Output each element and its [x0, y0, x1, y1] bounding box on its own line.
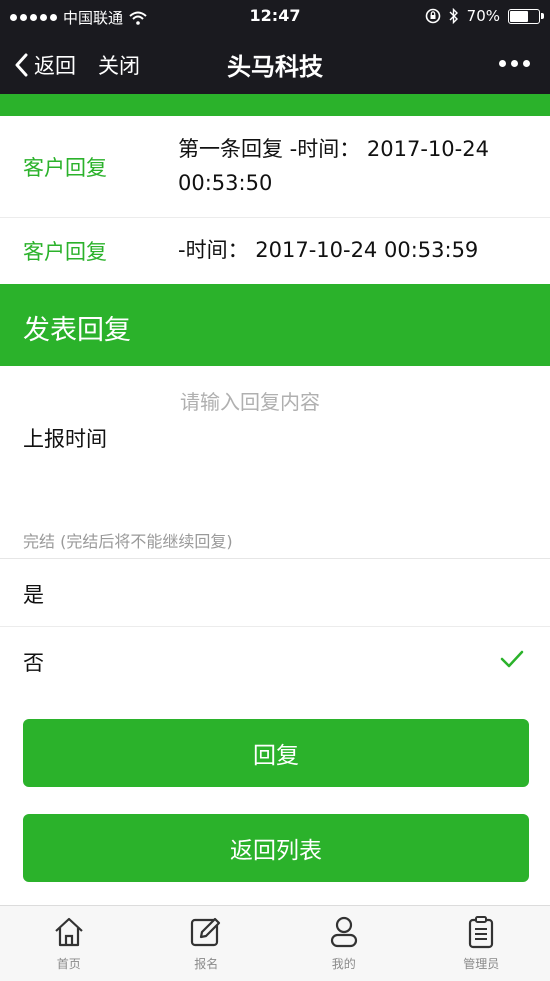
battery-icon: [508, 9, 540, 24]
tab-label: 报名: [194, 955, 218, 972]
bluetooth-icon: [449, 8, 459, 24]
option-no[interactable]: 否: [0, 626, 550, 694]
battery-percent: 70%: [467, 7, 500, 25]
clipboard-icon: [464, 915, 498, 949]
tab-admin[interactable]: 管理员: [413, 906, 550, 981]
rotation-lock-icon: [425, 8, 441, 24]
back-to-list-button[interactable]: 返回列表: [23, 814, 529, 882]
tab-home[interactable]: 首页: [0, 906, 138, 981]
tab-mine[interactable]: 我的: [275, 906, 413, 981]
tab-label: 首页: [57, 955, 81, 972]
option-label: 否: [23, 647, 44, 677]
reply-author: 客户回复: [23, 236, 107, 266]
home-icon: [52, 915, 86, 949]
tab-label: 管理员: [463, 955, 499, 972]
status-bar: 中国联通 12:47 70%: [0, 0, 550, 34]
reply-content: -时间： 2017-10-24 00:53:59: [178, 233, 528, 267]
checkmark-icon: [500, 649, 524, 669]
reply-textarea[interactable]: [178, 384, 522, 498]
user-icon: [327, 915, 361, 949]
reply-list: 客户回复 第一条回复 -时间： 2017-10-24 00:53:50 客户回复…: [0, 116, 550, 284]
nav-bar: 返回 关闭 头马科技: [0, 34, 550, 94]
page-title: 头马科技: [0, 47, 550, 82]
finish-label: 完结 (完结后将不能继续回复): [23, 528, 233, 552]
tab-bar: 首页 报名 我的 管理员: [0, 905, 550, 981]
tab-label: 我的: [332, 955, 356, 972]
list-item: 客户回复 第一条回复 -时间： 2017-10-24 00:53:50: [0, 116, 550, 218]
more-icon[interactable]: [499, 60, 530, 67]
status-right: 70%: [425, 7, 540, 25]
reply-author: 客户回复: [23, 152, 107, 182]
option-yes[interactable]: 是: [0, 559, 550, 626]
green-strip: [0, 94, 550, 116]
reply-button[interactable]: 回复: [23, 719, 529, 787]
section-header: 发表回复: [0, 284, 550, 366]
list-item: 客户回复 -时间： 2017-10-24 00:53:59: [0, 218, 550, 284]
tab-signup[interactable]: 报名: [138, 906, 276, 981]
section-title: 发表回复: [23, 308, 131, 347]
option-label: 是: [23, 579, 44, 609]
report-time-label: 上报时间: [23, 423, 107, 453]
reply-content: 第一条回复 -时间： 2017-10-24 00:53:50: [178, 132, 528, 200]
finish-options: 是 否: [0, 558, 550, 694]
edit-icon: [189, 915, 223, 949]
